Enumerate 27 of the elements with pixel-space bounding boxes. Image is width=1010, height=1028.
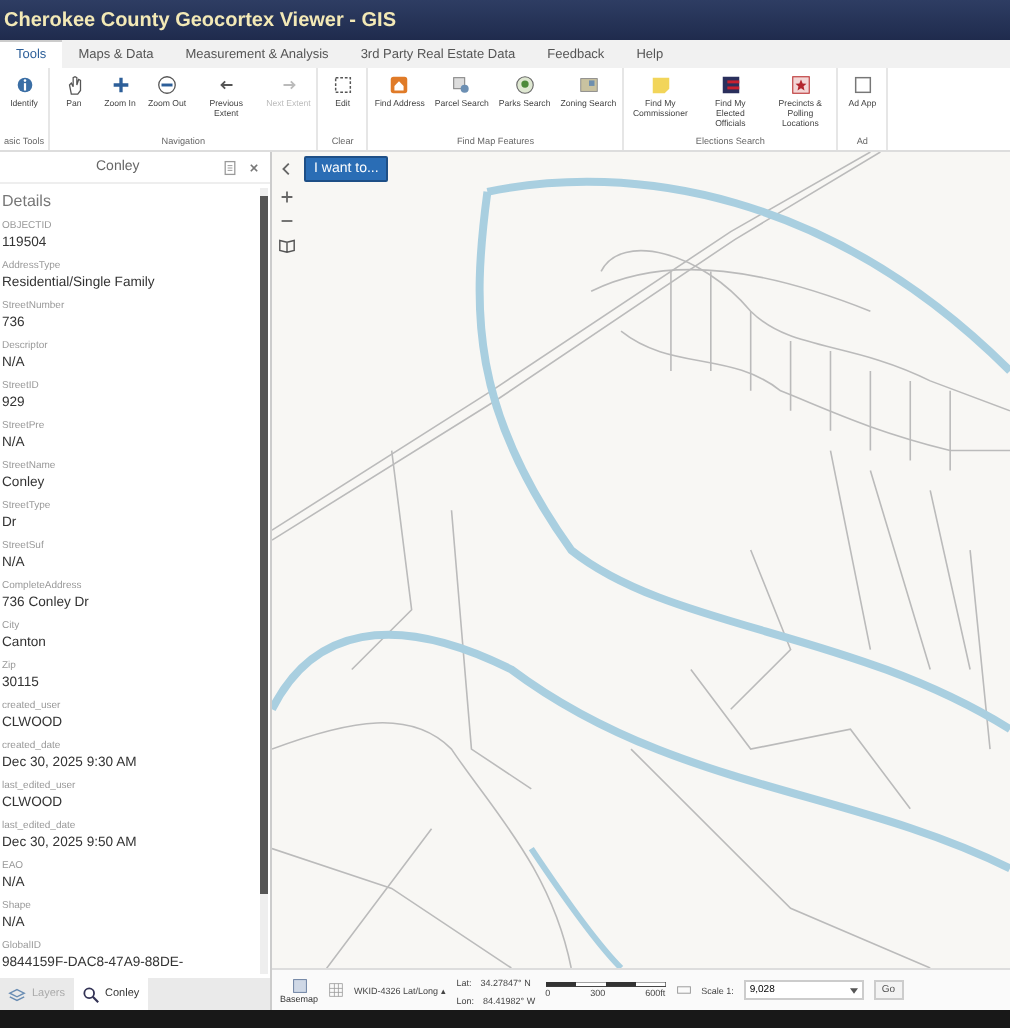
window-title: Cherokee County Geocortex Viewer - GIS [4,9,396,31]
layers-icon [8,985,26,1003]
house-icon [388,74,411,96]
parcel-icon [450,74,473,96]
flag-icon [719,74,742,96]
note-icon [649,74,672,96]
book-icon[interactable] [278,236,296,254]
ruler-icon [675,982,692,998]
close-icon[interactable] [246,159,262,175]
grid-icon [328,982,345,998]
square-icon [851,74,874,96]
info-icon [13,74,35,96]
scrollbar[interactable] [260,188,268,974]
plus-icon [109,74,131,96]
basemap-icon [291,977,307,993]
map-icon [577,74,600,96]
scale-bar-drawing [545,981,666,987]
circle-icon [513,74,536,96]
search-icon [81,985,100,1003]
caret-icon [849,987,858,993]
document-icon[interactable] [222,159,238,175]
zoom-in-icon[interactable] [278,188,296,206]
star-icon [789,74,812,96]
hand-icon [63,74,85,96]
section-heading: Details [2,190,53,214]
selection-icon [331,74,354,96]
minus-icon [156,74,179,96]
